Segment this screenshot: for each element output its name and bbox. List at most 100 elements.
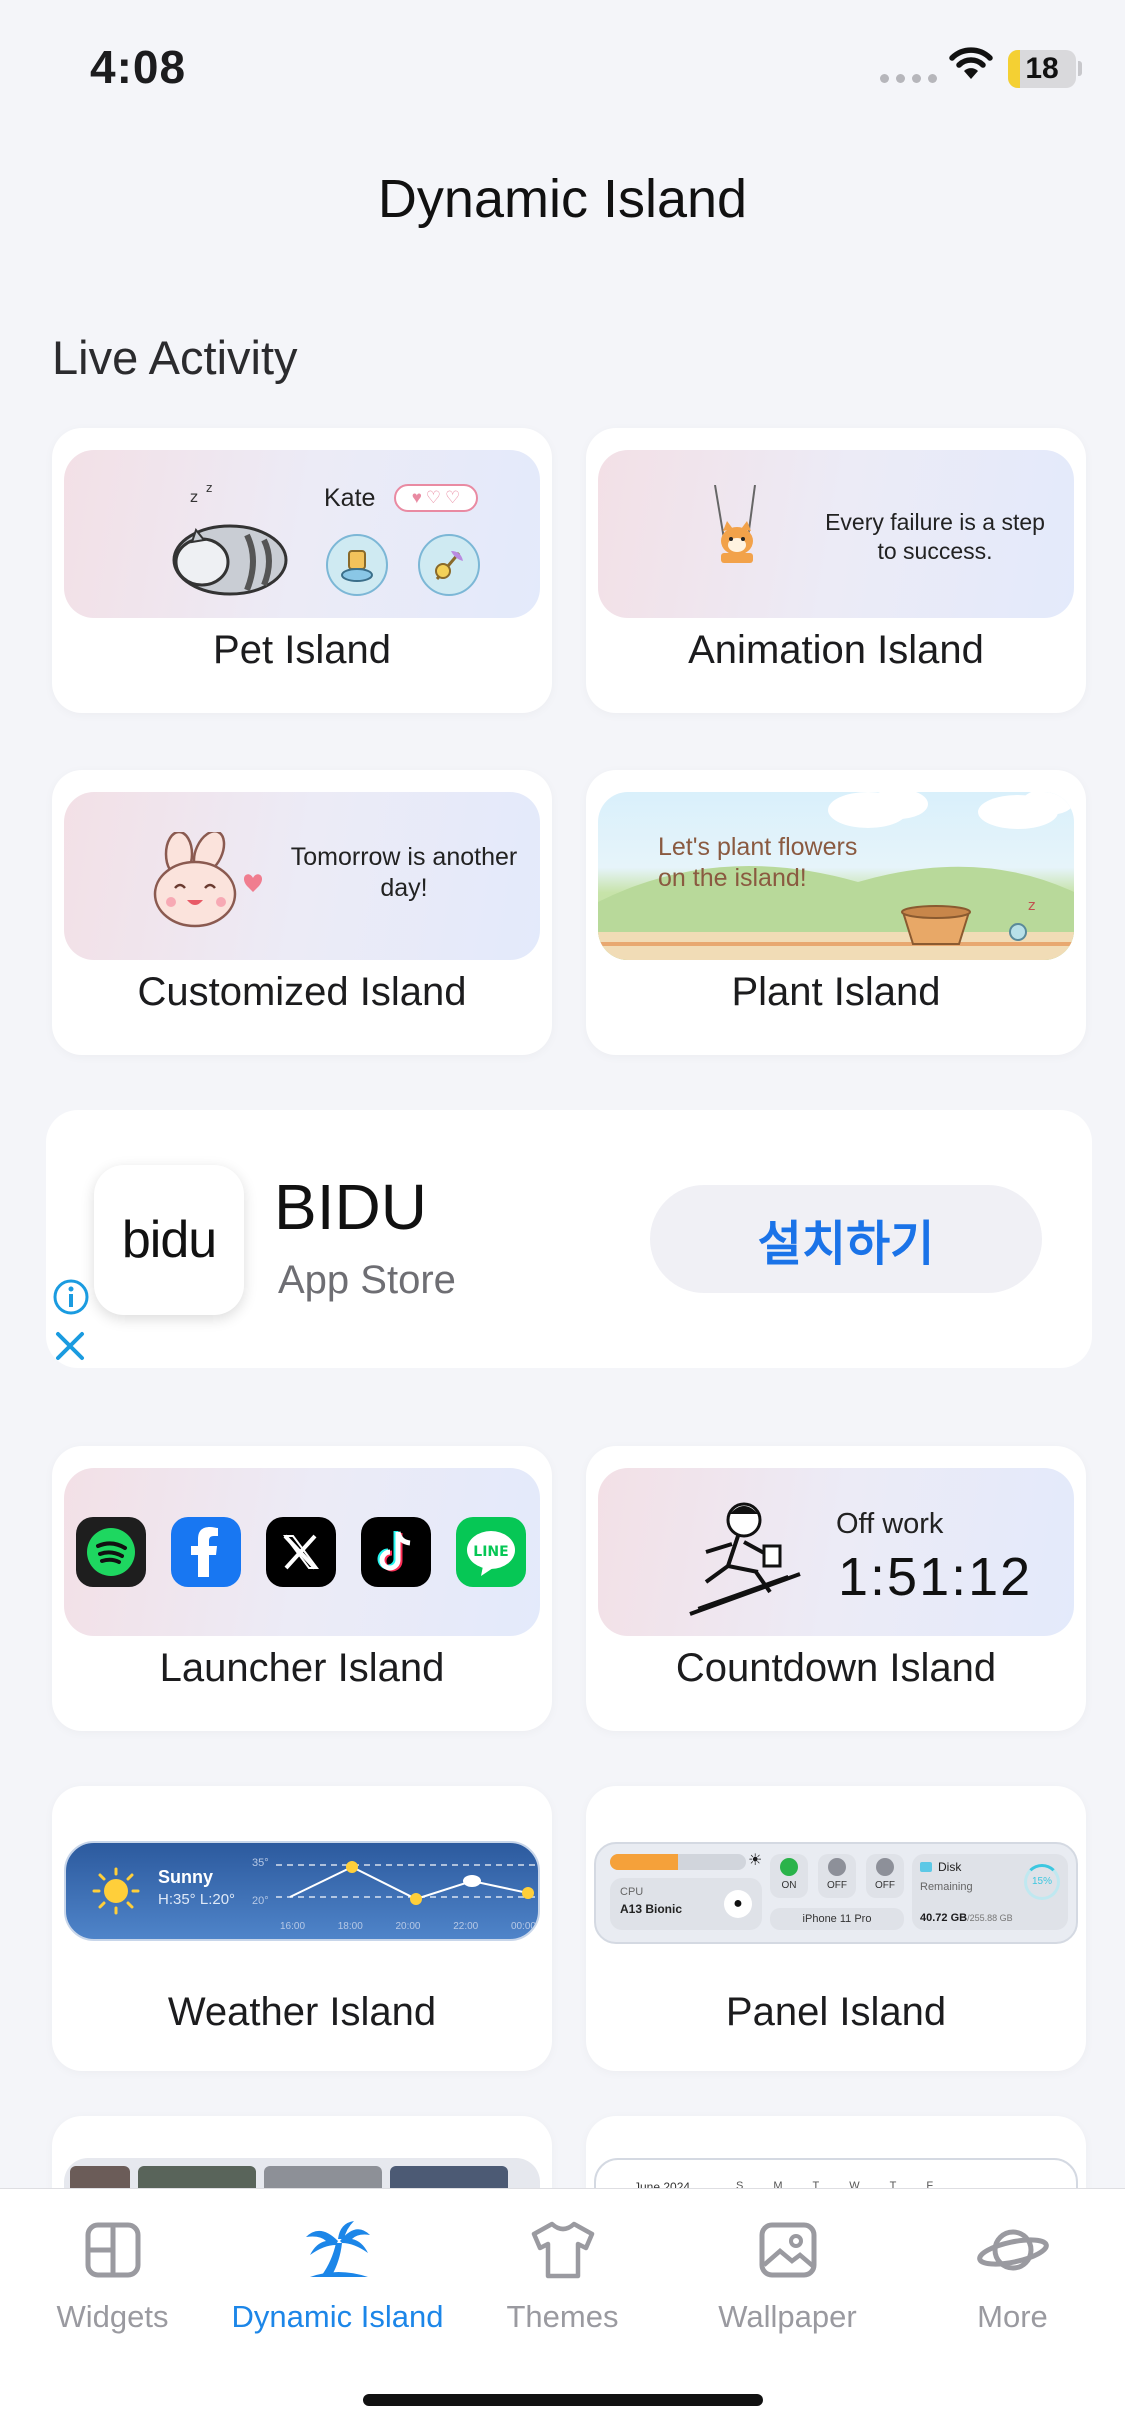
plant-island-label: Plant Island (731, 970, 941, 1014)
pet-name: Kate (324, 484, 376, 512)
sleeping-cat-icon: z z (172, 481, 288, 596)
tab-label: More (977, 2299, 1048, 2334)
launcher-island-preview: LINE (64, 1468, 540, 1636)
toy-button[interactable] (418, 534, 480, 596)
battery-percent: 18 (1025, 52, 1059, 85)
panel-island-card[interactable]: ☀ CPU A13 Bionic ● ON OFF OFF iPhone 11 … (586, 1786, 1086, 2071)
ad-app-name[interactable]: BIDU (274, 1170, 427, 1244)
weather-hour: 00:00 (510, 1921, 536, 1932)
brightness-icon: ☀ (748, 1852, 763, 1869)
weather-range: H:35° L:20° (158, 1891, 236, 1908)
food-bowl-button[interactable] (326, 534, 388, 596)
countdown-timer: 1:51:12 (838, 1547, 1033, 1607)
toggle-wifi[interactable]: ON (770, 1854, 808, 1898)
plant-island-preview: z Let's plant flowers on the island! (598, 792, 1074, 960)
toggle-bluetooth[interactable]: OFF (866, 1854, 904, 1898)
ad-banner[interactable]: bidu BIDU App Store 설치하기 (46, 1110, 1092, 1368)
ad-store-label: App Store (278, 1258, 456, 1302)
weather-condition: Sunny (158, 1867, 214, 1887)
weather-hours: 16:00 18:00 20:00 22:00 00:00 (280, 1921, 536, 1932)
planet-icon (976, 2229, 1049, 2271)
countdown-caption: Off work (836, 1508, 944, 1540)
heart-icon: ♡ (445, 488, 461, 507)
disk-ring: 15% (1024, 1864, 1060, 1900)
widgets-icon (85, 2222, 140, 2278)
line-icon[interactable]: LINE (456, 1517, 526, 1587)
apple-icon: ● (724, 1890, 752, 1918)
pet-island-card[interactable]: z z Kate ♥ ♡ ♡ Pet Island (52, 428, 552, 713)
status-bar: 4:08 18 (0, 0, 1125, 130)
cellular-toggle-icon (828, 1858, 846, 1876)
countdown-island-card[interactable]: Off work 1:51:12 Countdown Island (586, 1446, 1086, 1731)
tab-label: Widgets (56, 2299, 169, 2334)
brightness-slider[interactable] (610, 1854, 746, 1870)
wifi-toggle-icon (780, 1858, 798, 1876)
bunny-icon (153, 832, 263, 928)
device-name: iPhone 11 Pro (770, 1908, 904, 1930)
cpu-name: A13 Bionic (620, 1902, 683, 1916)
tiktok-icon[interactable] (361, 1517, 431, 1587)
ad-close-icon[interactable] (54, 1330, 86, 1362)
animation-island-label: Animation Island (688, 628, 984, 672)
tab-widgets[interactable]: Widgets (0, 2215, 225, 2335)
customized-quote: Tomorrow is another day! (290, 843, 518, 903)
weather-island-card[interactable]: Sunny H:35° L:20° 35° 20° 16:00 18:00 20… (52, 1786, 552, 2071)
tab-wallpaper[interactable]: Wallpaper (675, 2215, 900, 2335)
ad-app-logo[interactable]: bidu (94, 1165, 244, 1315)
tshirt-icon (531, 2221, 594, 2279)
weather-hour: 22:00 (453, 1921, 479, 1932)
bluetooth-toggle-icon (876, 1858, 894, 1876)
tab-label: Themes (506, 2299, 619, 2334)
launcher-island-card[interactable]: LINE Launcher Island (52, 1446, 552, 1731)
disk-total: /255.88 GB (967, 1913, 1013, 1923)
ad-install-button[interactable]: 설치하기 (650, 1185, 1042, 1293)
launcher-island-label: Launcher Island (159, 1646, 445, 1690)
toggle-cellular[interactable]: OFF (818, 1854, 856, 1898)
section-title: Live Activity (52, 331, 298, 384)
animation-island-preview: Every failure is a step to success. (598, 450, 1074, 618)
animation-quote: Every failure is a step to success. (825, 509, 1045, 564)
svg-text:LINE: LINE (473, 1544, 508, 1560)
tab-label: Dynamic Island (231, 2299, 444, 2334)
toggle-state: ON (781, 1880, 797, 1891)
panel-island-label: Panel Island (725, 1990, 947, 2034)
weather-hour: 18:00 (337, 1921, 363, 1932)
palm-tree-icon (305, 2221, 370, 2277)
wifi-icon (949, 47, 993, 79)
x-icon[interactable] (266, 1517, 336, 1587)
signal-dots-icon (880, 74, 937, 83)
customized-island-card[interactable]: Tomorrow is another day! Customized Isla… (52, 770, 552, 1055)
tab-more[interactable]: More (900, 2215, 1125, 2335)
weather-scale-high: 35° (252, 1857, 269, 1869)
runner-icon (689, 1502, 801, 1616)
toggle-state: OFF (875, 1880, 895, 1891)
disk-percent: 15% (1031, 1876, 1052, 1887)
weather-scale-low: 20° (252, 1895, 269, 1907)
pet-hearts: ♥ ♡ ♡ (394, 484, 478, 512)
animation-island-card[interactable]: Every failure is a step to success. Anim… (586, 428, 1086, 713)
weather-forecast-graph (276, 1861, 536, 1905)
countdown-island-label: Countdown Island (675, 1646, 997, 1690)
tab-label: Wallpaper (718, 2299, 857, 2334)
facebook-icon[interactable] (171, 1517, 241, 1587)
weather-hour: 16:00 (280, 1921, 306, 1932)
cpu-label: CPU (620, 1886, 644, 1898)
disk-remaining-label: Remaining (920, 1881, 973, 1893)
status-time: 4:08 (90, 41, 187, 93)
heart-icon: ♥ (411, 488, 422, 507)
pet-island-preview: z z Kate ♥ ♡ ♡ (64, 450, 540, 618)
tab-dynamic-island[interactable]: Dynamic Island (225, 2215, 450, 2335)
pet-island-label: Pet Island (213, 628, 391, 672)
tab-themes[interactable]: Themes (450, 2215, 675, 2335)
customized-island-label: Customized Island (137, 970, 467, 1014)
spotify-icon[interactable] (76, 1517, 146, 1587)
ad-info-icon[interactable] (52, 1278, 90, 1316)
disk-label: Disk (938, 1860, 962, 1874)
disk-value: 40.72 GB/255.88 GB (920, 1912, 1013, 1924)
sun-icon (92, 1867, 140, 1915)
heart-icon: ♡ (425, 488, 442, 507)
toggle-state: OFF (827, 1880, 847, 1891)
disk-panel: Disk Remaining 40.72 GB/255.88 GB 15% (912, 1854, 1068, 1930)
plant-island-card[interactable]: z Let's plant flowers on the island! Pla… (586, 770, 1086, 1055)
svg-text:z: z (1028, 898, 1035, 914)
